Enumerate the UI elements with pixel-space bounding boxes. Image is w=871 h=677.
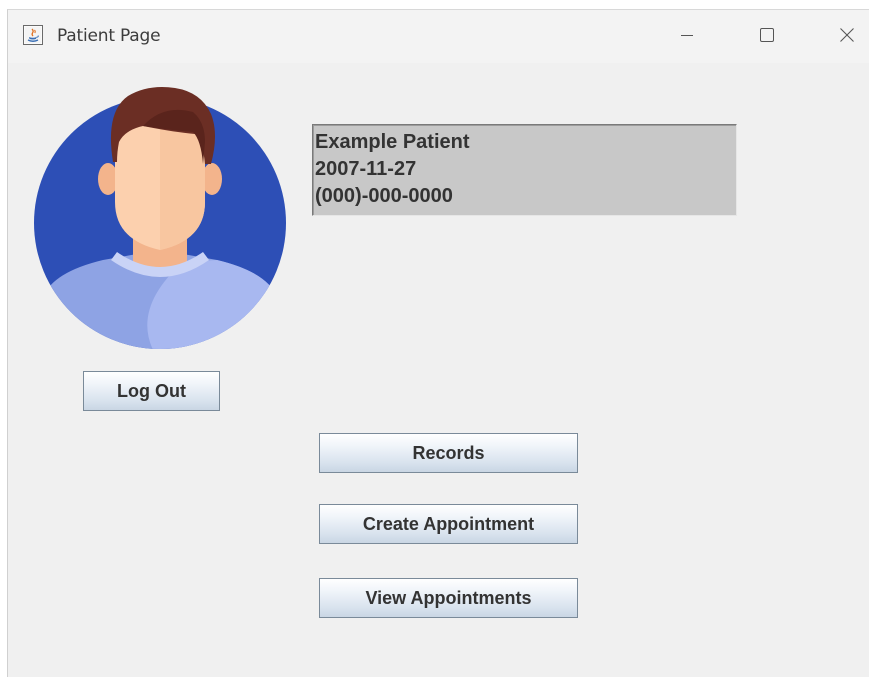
records-button[interactable]: Records <box>319 433 578 473</box>
create-appointment-button[interactable]: Create Appointment <box>319 504 578 544</box>
title-bar[interactable]: Patient Page <box>8 10 869 63</box>
patient-phone: (000)-000-0000 <box>315 185 453 207</box>
patient-page-window: Patient Page Example Patient 2007-11-27 … <box>7 9 869 677</box>
patient-info-box: Example Patient 2007-11-27 (000)-000-000… <box>312 124 737 216</box>
java-cup-icon <box>23 25 43 45</box>
patient-date: 2007-11-27 <box>315 158 417 180</box>
close-icon[interactable] <box>834 22 860 48</box>
maximize-icon[interactable] <box>754 22 780 48</box>
window-title: Patient Page <box>57 26 161 46</box>
patient-name: Example Patient <box>315 131 470 153</box>
user-avatar-icon <box>33 82 287 350</box>
view-appointments-button[interactable]: View Appointments <box>319 578 578 618</box>
minimize-icon[interactable] <box>674 22 700 48</box>
log-out-button[interactable]: Log Out <box>83 371 220 411</box>
